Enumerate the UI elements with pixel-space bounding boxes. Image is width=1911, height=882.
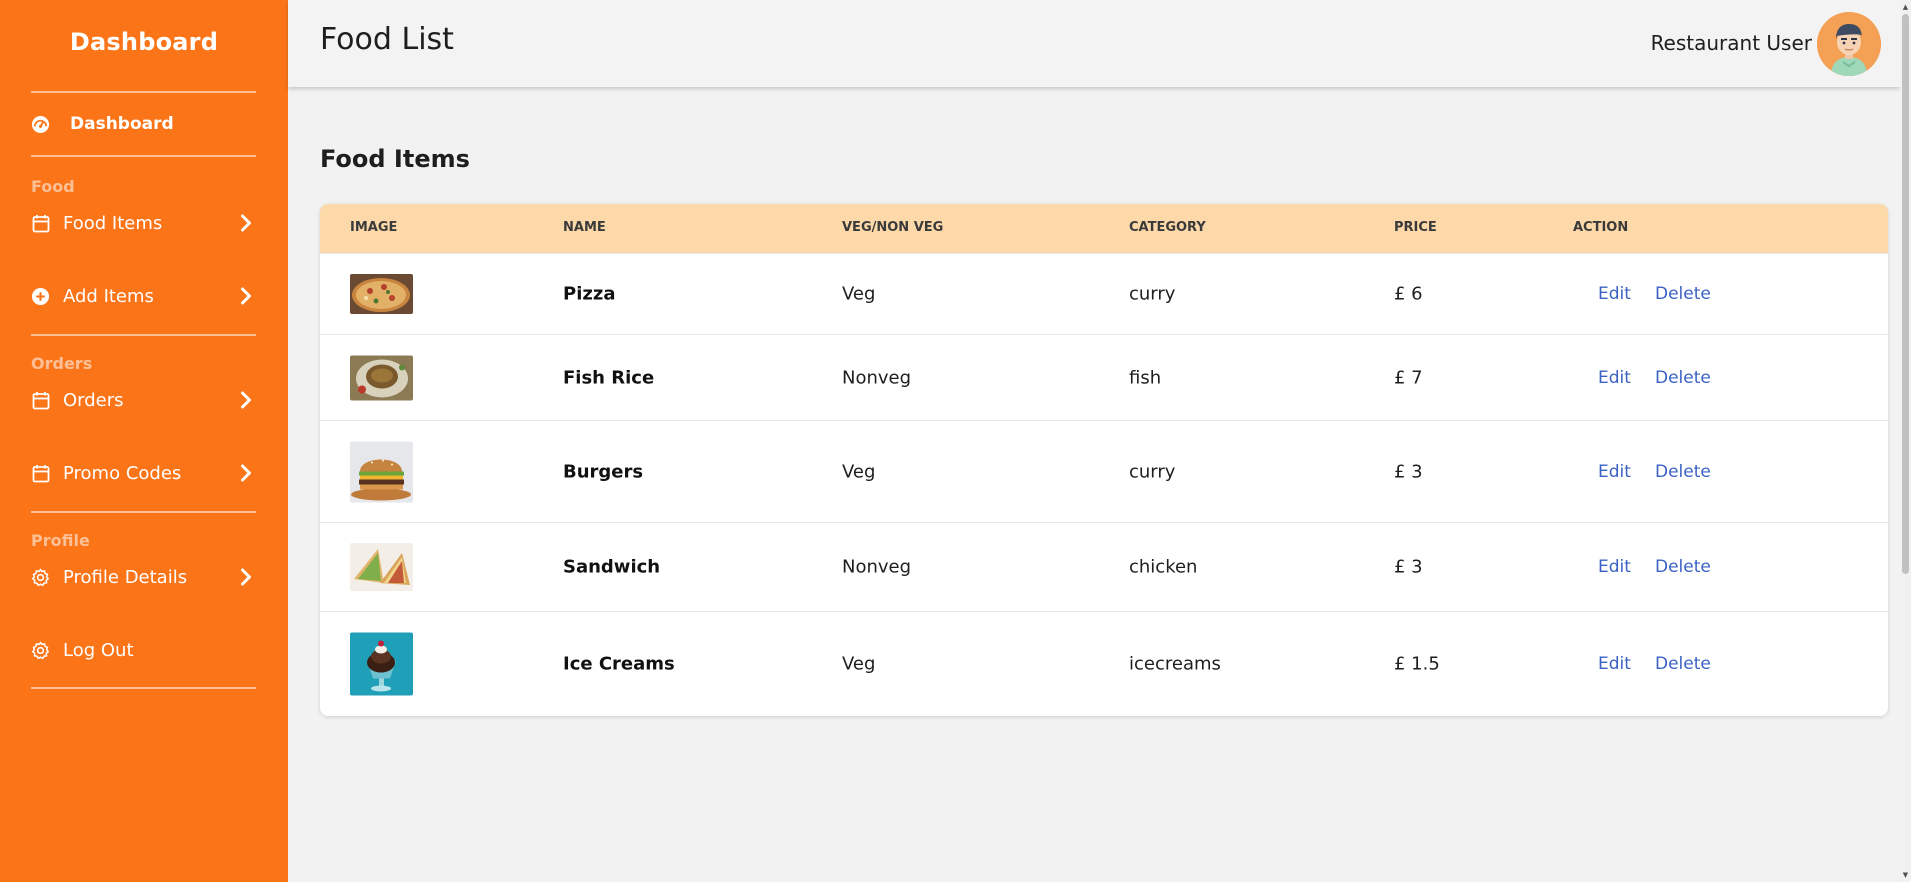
edit-link[interactable]: Edit <box>1598 368 1631 388</box>
food-price: £ 3 <box>1394 556 1423 578</box>
table-row: Fish Rice Nonveg fish £ 7 Edit Delete <box>320 334 1888 420</box>
food-type: Nonveg <box>842 367 912 388</box>
edit-link[interactable]: Edit <box>1598 284 1631 304</box>
scroll-thumb[interactable] <box>1902 14 1909 574</box>
food-type: Veg <box>842 653 876 675</box>
food-items-table: IMAGE NAME VEG/NON VEG CATEGORY PRICE AC… <box>320 204 1888 716</box>
food-price: £ 3 <box>1394 461 1423 482</box>
food-name: Fish Rice <box>563 367 655 388</box>
section-title: Food Items <box>320 145 470 173</box>
column-header-price: PRICE <box>1394 220 1437 235</box>
food-category: chicken <box>1129 556 1198 578</box>
page-title: Food List <box>320 22 454 57</box>
food-name: Ice Creams <box>563 653 675 675</box>
sidebar-item-label: Promo Codes <box>63 462 182 484</box>
delete-link[interactable]: Delete <box>1655 654 1711 674</box>
sidebar-item-label: Food Items <box>63 212 163 234</box>
gear-icon <box>31 568 50 587</box>
calendar-icon <box>31 464 50 483</box>
scroll-up-arrow-icon[interactable]: ▲ <box>1901 2 1910 12</box>
calendar-icon <box>31 214 50 233</box>
chevron-right-icon <box>238 568 254 586</box>
top-header: Food List Restaurant User <box>288 0 1900 87</box>
sidebar-item-label: Dashboard <box>70 114 174 134</box>
food-category: icecreams <box>1129 653 1221 675</box>
food-price: £ 7 <box>1394 367 1423 388</box>
sidebar-item-add-items[interactable]: Add Items <box>0 281 288 311</box>
column-header-image: IMAGE <box>350 220 398 235</box>
food-category: curry <box>1129 461 1176 482</box>
edit-link[interactable]: Edit <box>1598 654 1631 674</box>
table-row: Pizza Veg curry £ 6 Edit Delete <box>320 253 1888 334</box>
user-name[interactable]: Restaurant User <box>1651 31 1812 55</box>
table-row: Burgers Veg curry £ 3 Edit Delete <box>320 420 1888 522</box>
chevron-right-icon <box>238 464 254 482</box>
food-type: Veg <box>842 461 876 482</box>
food-type: Veg <box>842 283 876 305</box>
delete-link[interactable]: Delete <box>1655 557 1711 577</box>
delete-link[interactable]: Delete <box>1655 368 1711 388</box>
food-price: £ 6 <box>1394 283 1423 305</box>
table-row: Ice Creams Veg icecreams £ 1.5 Edit Dele… <box>320 611 1888 716</box>
sidebar-divider <box>31 334 256 336</box>
sidebar-divider <box>31 155 256 157</box>
sidebar-section-orders: Orders <box>31 354 93 373</box>
food-name: Sandwich <box>563 556 661 578</box>
food-price: £ 1.5 <box>1394 653 1440 675</box>
sidebar-item-label: Profile Details <box>63 566 188 588</box>
sidebar: Dashboard Dashboard Food Food Items Add … <box>0 0 288 882</box>
chevron-right-icon <box>238 287 254 305</box>
food-image-pizza <box>350 274 413 314</box>
sidebar-section-profile: Profile <box>31 531 90 550</box>
vertical-scrollbar[interactable]: ▲ ▼ <box>1900 0 1911 882</box>
sidebar-item-label: Add Items <box>63 285 154 307</box>
sidebar-brand: Dashboard <box>69 28 219 56</box>
sidebar-divider <box>31 687 256 689</box>
food-name: Burgers <box>563 461 644 482</box>
food-name: Pizza <box>563 283 616 305</box>
chevron-right-icon <box>238 214 254 232</box>
sidebar-item-food-items[interactable]: Food Items <box>0 208 288 238</box>
sidebar-item-orders[interactable]: Orders <box>0 385 288 415</box>
sidebar-item-profile-details[interactable]: Profile Details <box>0 562 288 592</box>
food-category: curry <box>1129 283 1176 305</box>
avatar[interactable] <box>1817 12 1881 76</box>
plus-circle-icon <box>31 287 50 306</box>
sidebar-divider <box>31 511 256 513</box>
food-image-ice-cream <box>350 632 413 696</box>
column-header-name: NAME <box>563 220 606 235</box>
delete-link[interactable]: Delete <box>1655 462 1711 482</box>
table-header: IMAGE NAME VEG/NON VEG CATEGORY PRICE AC… <box>320 204 1888 253</box>
sidebar-item-label: Orders <box>63 389 124 411</box>
food-type: Nonveg <box>842 556 912 578</box>
food-category: fish <box>1129 367 1162 388</box>
chevron-right-icon <box>238 391 254 409</box>
edit-link[interactable]: Edit <box>1598 557 1631 577</box>
scroll-down-arrow-icon[interactable]: ▼ <box>1901 870 1910 880</box>
sidebar-item-label: Log Out <box>63 639 134 661</box>
column-header-category: CATEGORY <box>1129 220 1206 235</box>
food-image-fish-rice <box>350 355 413 400</box>
food-image-sandwich <box>350 543 413 591</box>
food-image-burger <box>350 441 413 502</box>
table-row: Sandwich Nonveg chicken £ 3 Edit Delete <box>320 522 1888 611</box>
column-header-action: ACTION <box>1573 220 1629 235</box>
calendar-icon <box>31 391 50 410</box>
sidebar-section-food: Food <box>31 177 75 196</box>
delete-link[interactable]: Delete <box>1655 284 1711 304</box>
sidebar-item-dashboard[interactable]: Dashboard <box>0 93 288 155</box>
column-header-veg-nonveg: VEG/NON VEG <box>842 220 944 235</box>
speedometer-icon <box>31 115 50 134</box>
edit-link[interactable]: Edit <box>1598 462 1631 482</box>
gear-icon <box>31 641 50 660</box>
sidebar-item-log-out[interactable]: Log Out <box>0 635 288 665</box>
sidebar-item-promo-codes[interactable]: Promo Codes <box>0 458 288 488</box>
